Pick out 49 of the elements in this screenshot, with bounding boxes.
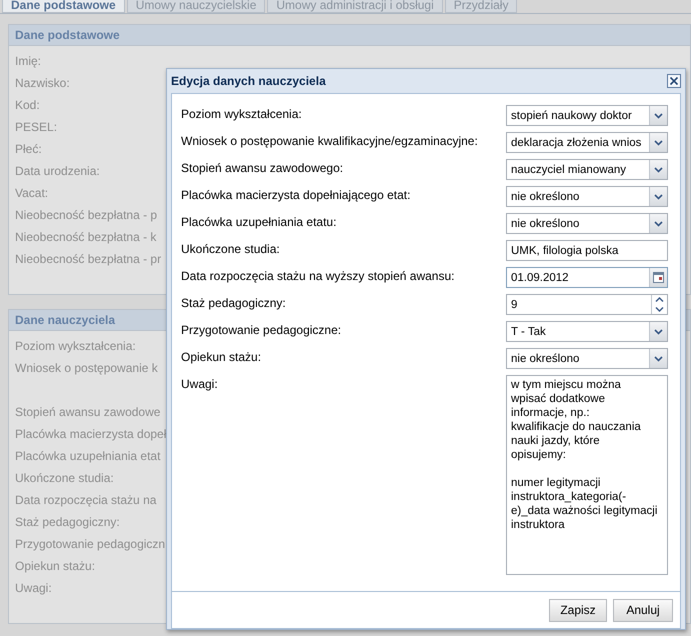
field-label: Uwagi: [15, 581, 52, 597]
field-label: PESEL: [15, 120, 58, 136]
dropdown-field[interactable]: nie określono [506, 213, 668, 234]
field-label: Nieobecność bezpłatna - k [15, 230, 156, 246]
dialog-button[interactable]: Zapisz [549, 598, 607, 622]
field-label: Data urodzenia: [15, 164, 100, 180]
tab[interactable]: Dane podstawowe [2, 0, 125, 13]
field-label: Poziom wykształcenia: [15, 339, 136, 355]
dropdown-field[interactable]: deklaracja złożenia wnios [506, 132, 668, 153]
field-label: Opiekun stażu: [15, 559, 96, 575]
field-label: Nieobecność bezpłatna - p [15, 208, 158, 224]
field-label: Imię: [15, 54, 42, 70]
field-label: Kod: [15, 98, 40, 114]
field-label: Staż pedagogiczny: [181, 295, 286, 312]
calendar-icon[interactable] [653, 272, 664, 283]
field-label: Nieobecność bezpłatna - pr [15, 252, 162, 268]
dropdown-field[interactable]: nauczyciel mianowany [506, 159, 668, 180]
field-label: Uwagi: [181, 376, 218, 393]
field-label: Wniosek o postępowanie kwalifikacyjne/egzaminacyjne: [181, 133, 478, 150]
field-label: Opiekun stażu: [181, 349, 262, 366]
dropdown-field[interactable]: nie określono [506, 186, 668, 207]
field-label: Placówka macierzysta dopeł [15, 427, 166, 443]
dropdown-field[interactable]: T - Tak [506, 321, 668, 342]
dropdown-field[interactable]: stopień naukowy doktor [506, 105, 668, 126]
input-field[interactable]: UMK, filologia polska [506, 240, 668, 261]
dropdown-field[interactable]: nie określono [506, 348, 668, 369]
spinner-field[interactable]: 9 [506, 294, 668, 315]
field-label: Placówka macierzysta dopełniającego etat: [181, 187, 410, 204]
date-field[interactable]: 01.09.2012 [506, 267, 668, 288]
field-label: Płeć: [15, 142, 42, 158]
close-button[interactable] [667, 74, 681, 88]
notes-field[interactable]: w tym miejscu można wpisać dodatkowe informacje, np.: kwalifikacje do nauczania nauki jazdy, które opisujemy: numer legitymacji instruktora_kategoria(-e)_data ważności legitymacji instruktora [506, 375, 668, 575]
field-label: Data rozpoczęcia stażu na wyższy stopień awansu: [181, 268, 454, 285]
field-label: Ukończone studia: [15, 471, 114, 487]
field-label: Data rozpoczęcia stażu na [15, 493, 156, 509]
panel-title: Dane podstawowe [9, 25, 690, 46]
field-label: Stopień awansu zawodowego: [181, 160, 344, 177]
field-label: Przygotowanie pedagogiczn [15, 537, 166, 553]
field-label: Placówka uzupełniania etat [15, 449, 160, 465]
dialog-button[interactable]: Anuluj [613, 598, 673, 622]
field-label: Vacat: [15, 186, 48, 202]
field-label: Ukończone studia: [181, 241, 280, 258]
field-label: Staż pedagogiczny: [15, 515, 120, 531]
field-label: Poziom wykształcenia: [181, 106, 302, 123]
field-label: Nazwisko: [15, 76, 70, 92]
field-label: Wniosek o postępowanie k [15, 361, 158, 377]
field-label: Stopień awansu zawodowe [15, 405, 160, 421]
field-label: Placówka uzupełniania etatu: [181, 214, 336, 231]
dialog-title: Edycja danych nauczyciela [171, 74, 326, 88]
